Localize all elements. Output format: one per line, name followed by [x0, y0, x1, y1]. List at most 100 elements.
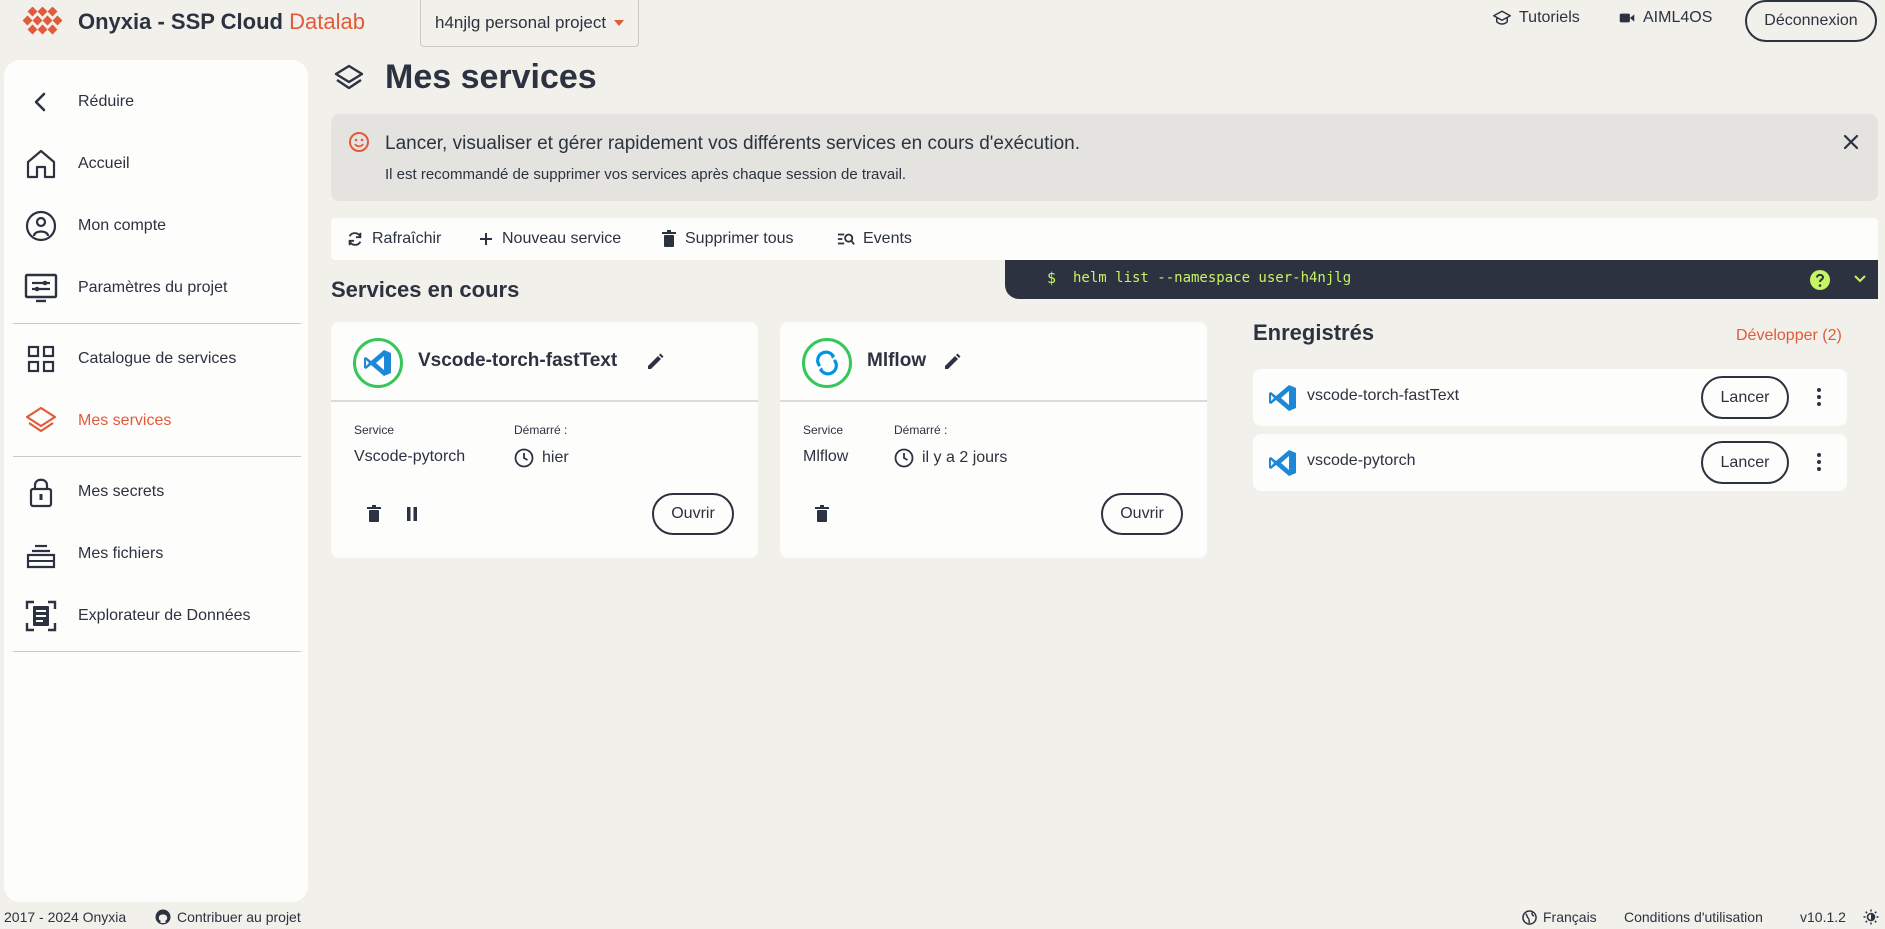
services-toolbar: Rafraîchir Nouveau service Supprimer tou…: [331, 218, 1878, 260]
footer: 2017 - 2024 Onyxia Contribuer au projet …: [0, 906, 1885, 929]
layers-icon: [24, 404, 58, 438]
theme-toggle-icon[interactable]: [1863, 909, 1879, 925]
service-value: Vscode-pytorch: [354, 448, 466, 465]
sidebar-item-account[interactable]: Mon compte: [4, 201, 308, 251]
open-service-button[interactable]: Ouvrir: [652, 493, 734, 535]
tutorials-label: Tutoriels: [1519, 9, 1580, 26]
open-service-button[interactable]: Ouvrir: [1101, 493, 1183, 535]
helm-command[interactable]: helm list --namespace user-h4njlg: [1073, 270, 1351, 286]
new-service-button[interactable]: Nouveau service: [478, 218, 621, 260]
service-card-title: Vscode-torch-fastText: [418, 350, 618, 371]
sidebar-item-my-services[interactable]: Mes services: [4, 396, 308, 446]
info-banner: Lancer, visualiser et gérer rapidement v…: [331, 114, 1878, 201]
saved-service-name: vscode-torch-fastText: [1307, 387, 1460, 404]
started-label: Démarré :: [514, 423, 568, 437]
service-card: Mlflow Service Démarré : Mlflow il y a 2…: [780, 322, 1207, 558]
smiley-icon: [349, 132, 369, 152]
logout-button[interactable]: Déconnexion: [1745, 0, 1877, 42]
sidebar-item-label: Explorateur de Données: [78, 607, 251, 624]
new-service-label: Nouveau service: [502, 230, 622, 247]
home-icon: [24, 147, 58, 181]
service-card-header: Mlflow: [780, 322, 1207, 402]
trash-icon: [815, 505, 829, 522]
saved-service-row: vscode-torch-fastText Lancer: [1253, 369, 1847, 426]
sidebar-item-label: Mes services: [78, 412, 172, 429]
github-icon: [155, 909, 171, 925]
sidebar-divider: [13, 651, 301, 652]
chevron-down-icon[interactable]: [1853, 272, 1867, 286]
sidebar-item-project-settings[interactable]: Paramètres du projet: [4, 263, 308, 313]
pause-service-button[interactable]: [400, 502, 424, 526]
expand-saved-link[interactable]: Développer (2): [1736, 327, 1842, 345]
terminal-prompt: $: [1047, 269, 1057, 287]
sidebar-item-label: Mes secrets: [78, 483, 165, 500]
mlflow-logo-icon: [802, 338, 852, 388]
banner-title: Lancer, visualiser et gérer rapidement v…: [385, 133, 1081, 154]
refresh-label: Rafraîchir: [372, 230, 442, 247]
footer-copyright: 2017 - 2024 Onyxia: [4, 909, 127, 925]
language-label: Français: [1543, 909, 1597, 925]
helm-command-bar[interactable]: $ helm list --namespace user-h4njlg: [1005, 260, 1878, 299]
sidebar-item-secrets[interactable]: Mes secrets: [4, 467, 308, 517]
clock-icon: [894, 448, 914, 468]
more-vertical-icon[interactable]: [1808, 386, 1830, 408]
globe-icon: [1522, 909, 1537, 925]
terms-link[interactable]: Conditions d'utilisation: [1624, 909, 1763, 925]
storage-icon: [24, 537, 58, 571]
language-select[interactable]: Français: [1522, 909, 1597, 925]
vscode-logo-icon: [1269, 385, 1296, 411]
version-label: v10.1.2: [1800, 909, 1846, 925]
sidebar-item-catalog[interactable]: Catalogue de services: [4, 334, 308, 384]
chevron-left-icon: [24, 85, 58, 119]
brand-accent: Datalab: [289, 9, 365, 34]
account-icon: [24, 209, 58, 243]
sidebar-item-collapse[interactable]: Réduire: [4, 77, 308, 127]
sidebar-item-files[interactable]: Mes fichiers: [4, 529, 308, 579]
started-value: il y a 2 jours: [894, 448, 1007, 468]
sidebar-item-label: Réduire: [78, 93, 135, 110]
page-title: Mes services: [385, 58, 597, 96]
edit-icon[interactable]: [645, 352, 665, 372]
project-select-value: h4njlg personal project: [435, 13, 607, 32]
aiml4os-label: AIML4OS: [1643, 9, 1713, 26]
sidebar-item-home[interactable]: Accueil: [4, 139, 308, 189]
vscode-logo-icon: [1269, 450, 1296, 476]
project-select[interactable]: h4njlg personal project: [420, 0, 639, 47]
video-camera-icon: [1619, 13, 1635, 23]
saved-service-row: vscode-pytorch Lancer: [1253, 434, 1847, 491]
refresh-icon: [348, 232, 362, 246]
sidebar-divider: [13, 456, 301, 457]
data-explorer-icon: [24, 599, 58, 633]
tutorials-link[interactable]: Tutoriels: [1493, 9, 1580, 27]
sidebar-item-label: Mes fichiers: [78, 545, 164, 562]
trash-icon: [662, 230, 676, 247]
graduation-cap-icon: [1493, 10, 1511, 25]
layers-icon: [334, 64, 364, 90]
onyxia-logo[interactable]: [20, 7, 64, 35]
refresh-button[interactable]: Rafraîchir: [346, 218, 441, 260]
launch-button[interactable]: Lancer: [1701, 441, 1789, 484]
events-button[interactable]: Events: [837, 218, 912, 260]
vscode-logo-icon: [353, 338, 403, 388]
delete-all-button[interactable]: Supprimer tous: [661, 218, 794, 260]
sidebar-item-label: Paramètres du projet: [78, 279, 228, 296]
delete-service-button[interactable]: [362, 502, 386, 526]
started-value: hier: [514, 448, 569, 468]
edit-icon[interactable]: [942, 352, 962, 372]
app-title[interactable]: Onyxia - SSP Cloud Datalab: [78, 9, 365, 35]
close-icon[interactable]: [1840, 131, 1862, 153]
clock-icon: [514, 448, 534, 468]
delete-service-button[interactable]: [810, 502, 834, 526]
search-list-icon: [837, 233, 855, 245]
sidebar-item-label: Catalogue de services: [78, 350, 237, 367]
contribute-label: Contribuer au projet: [177, 909, 301, 925]
launch-button[interactable]: Lancer: [1701, 376, 1789, 419]
started-text: hier: [542, 449, 569, 466]
caret-down-icon: [614, 20, 625, 26]
aiml4os-link[interactable]: AIML4OS: [1619, 9, 1712, 27]
help-icon[interactable]: [1809, 269, 1831, 291]
more-vertical-icon[interactable]: [1808, 451, 1830, 473]
sidebar-item-data-explorer[interactable]: Explorateur de Données: [4, 591, 308, 641]
contribute-link[interactable]: Contribuer au projet: [155, 909, 301, 925]
pause-icon: [407, 507, 417, 521]
